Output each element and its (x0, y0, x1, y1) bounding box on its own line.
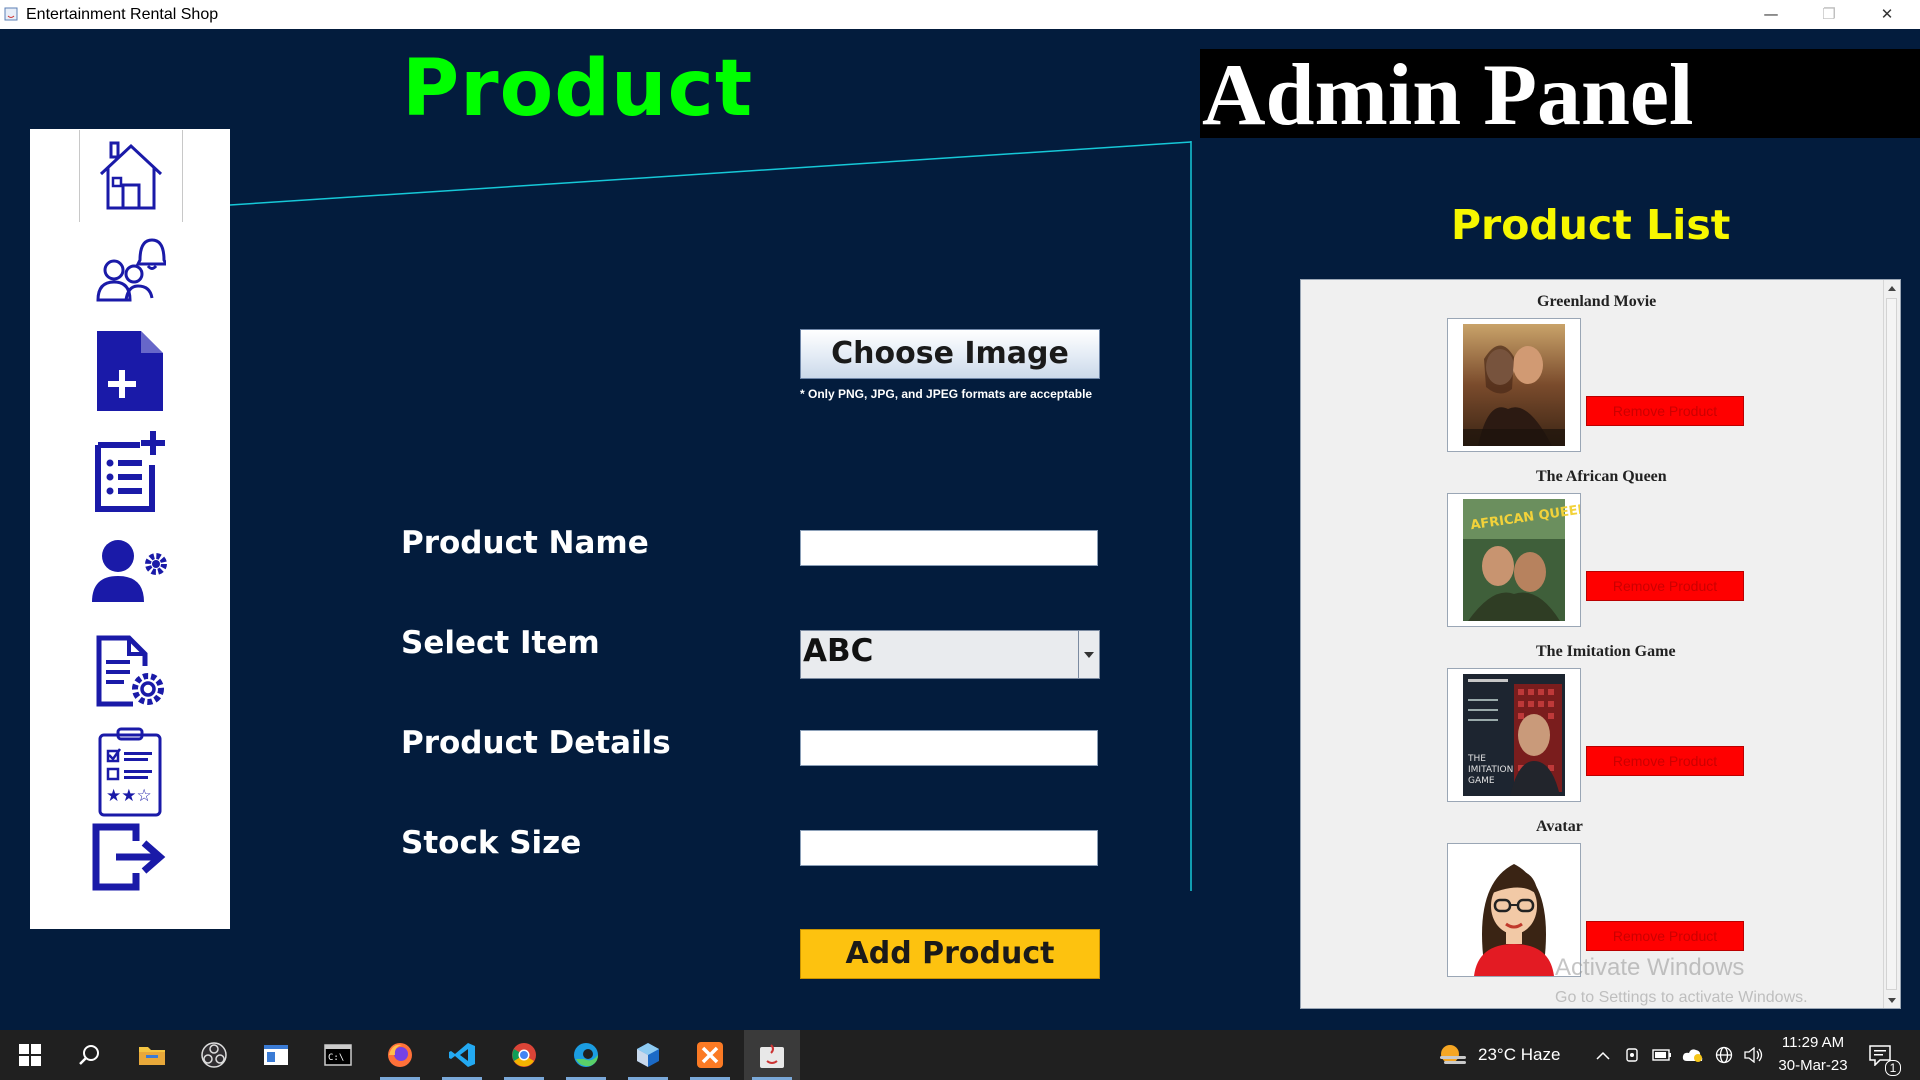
clock-time[interactable]: 11:29 AM (1778, 1034, 1848, 1051)
admin-panel-label: Admin Panel (1202, 47, 1694, 144)
sidebar: ★★☆ (30, 129, 230, 929)
main-area: Product Admin Panel ★★☆ Choose Image * O… (0, 29, 1920, 1029)
start-icon[interactable] (2, 1030, 58, 1080)
sidebar-item-customers[interactable] (79, 225, 181, 317)
window-titlebar: Entertainment Rental Shop — ❐ ✕ (0, 0, 1920, 29)
sidebar-item-reviews[interactable]: ★★☆ (79, 725, 181, 817)
product-list-panel[interactable]: Greenland Movie Remove Product The Afric… (1300, 279, 1901, 1009)
obs-icon[interactable] (186, 1030, 242, 1080)
maximize-button[interactable]: ❐ (1800, 0, 1858, 29)
svg-text:★★☆: ★★☆ (106, 786, 152, 806)
sidebar-item-product-list[interactable] (79, 425, 181, 517)
select-item-dropdown[interactable]: ABC (800, 630, 1100, 679)
globe-icon[interactable] (1710, 1030, 1738, 1080)
list-plus-icon (95, 431, 165, 512)
weather-icon[interactable] (1424, 1030, 1480, 1080)
scroll-up-icon[interactable] (1884, 280, 1900, 296)
close-button[interactable]: ✕ (1858, 0, 1916, 29)
sidebar-item-user-settings[interactable] (79, 525, 181, 617)
document-gear-icon (96, 635, 164, 707)
list-item: The African Queen AFRICAN QUEEN Remove P… (1301, 455, 1881, 630)
clipboard-stars-icon: ★★☆ (98, 727, 162, 817)
home-icon (99, 141, 163, 210)
chevron-up-icon[interactable] (1589, 1030, 1617, 1080)
svg-text:C:\: C:\ (328, 1053, 344, 1063)
select-item-value: ABC (803, 633, 874, 669)
stock-size-label: Stock Size (401, 825, 582, 861)
chrome-icon[interactable] (496, 1030, 552, 1080)
sidebar-item-logout[interactable] (79, 811, 181, 903)
terminal-icon[interactable]: C:\ (310, 1030, 366, 1080)
edge-icon[interactable] (558, 1030, 614, 1080)
remove-product-button[interactable]: Remove Product (1586, 921, 1744, 951)
product-poster: AFRICAN QUEEN (1447, 493, 1590, 627)
sidebar-item-add-product[interactable] (79, 325, 181, 417)
weather-text[interactable]: 23°C Haze (1478, 1045, 1560, 1065)
clock-date[interactable]: 30-Mar-23 (1775, 1057, 1851, 1074)
vertical-scrollbar[interactable] (1883, 280, 1900, 1008)
product-details-input[interactable] (800, 730, 1098, 766)
logout-icon (92, 823, 166, 891)
remove-product-button[interactable]: Remove Product (1586, 571, 1744, 601)
scrollbar-thumb[interactable] (1886, 298, 1897, 990)
xampp-icon[interactable] (682, 1030, 738, 1080)
java-app-icon (4, 7, 18, 21)
remove-product-button[interactable]: Remove Product (1586, 396, 1744, 426)
svg-text:THE: THE (1467, 754, 1486, 764)
window-title: Entertainment Rental Shop (26, 6, 219, 23)
list-item: The Imitation Game THE IMITATION GAME Re… (1301, 630, 1881, 805)
choose-image-button[interactable]: Choose Image (800, 329, 1100, 379)
admin-panel-banner: Admin Panel (1200, 47, 1920, 144)
product-name: The Imitation Game (1536, 643, 1676, 660)
user-gear-icon (92, 540, 167, 602)
product-poster: THE IMITATION GAME (1447, 668, 1581, 802)
file-plus-icon (97, 331, 163, 411)
list-item: Greenland Movie Remove Product (1301, 280, 1881, 455)
select-item-label: Select Item (401, 625, 600, 661)
volume-icon[interactable] (1740, 1030, 1768, 1080)
battery-icon[interactable] (1648, 1030, 1676, 1080)
product-name: Greenland Movie (1537, 293, 1657, 310)
firefox-icon[interactable] (372, 1030, 428, 1080)
notification-count-badge: 1 (1885, 1060, 1901, 1076)
product-name: Avatar (1536, 818, 1583, 835)
add-product-button[interactable]: Add Product (800, 929, 1100, 979)
stock-size-input[interactable] (800, 830, 1098, 866)
search-icon[interactable] (62, 1030, 118, 1080)
file-explorer-icon[interactable] (124, 1030, 180, 1080)
activation-watermark-title: Activate Windows (1555, 954, 1745, 981)
product-name-input[interactable] (800, 530, 1098, 566)
page-title: Product (402, 44, 754, 134)
product-name: The African Queen (1536, 468, 1667, 485)
sidebar-item-document-settings[interactable] (79, 625, 181, 717)
activation-watermark-text: Go to Settings to activate Windows. (1555, 989, 1808, 1006)
product-poster (1447, 318, 1581, 452)
image-format-hint: * Only PNG, JPG, and JPEG formats are ac… (800, 387, 1093, 401)
cloud-sync-icon[interactable] (1678, 1030, 1708, 1080)
scroll-down-icon[interactable] (1884, 992, 1900, 1008)
netbeans-icon[interactable] (620, 1030, 676, 1080)
dropdown-arrow-icon[interactable] (1078, 631, 1099, 678)
java-icon[interactable] (744, 1030, 800, 1080)
users-bell-icon (96, 238, 166, 302)
minimize-button[interactable]: — (1742, 0, 1800, 29)
svg-text:GAME: GAME (1468, 776, 1495, 786)
taskbar: C:\ 23°C Haze 11:29 AM 30-Mar-23 1 (0, 1030, 1920, 1080)
svg-text:IMITATION: IMITATION (1468, 765, 1513, 775)
notepad-icon[interactable] (248, 1030, 304, 1080)
camera-icon[interactable] (1620, 1030, 1646, 1080)
sidebar-item-home[interactable] (79, 130, 183, 222)
product-name-label: Product Name (401, 525, 649, 561)
remove-product-button[interactable]: Remove Product (1586, 746, 1744, 776)
product-details-label: Product Details (401, 725, 671, 761)
vscode-icon[interactable] (434, 1030, 490, 1080)
product-list-title: Product List (1451, 201, 1731, 249)
